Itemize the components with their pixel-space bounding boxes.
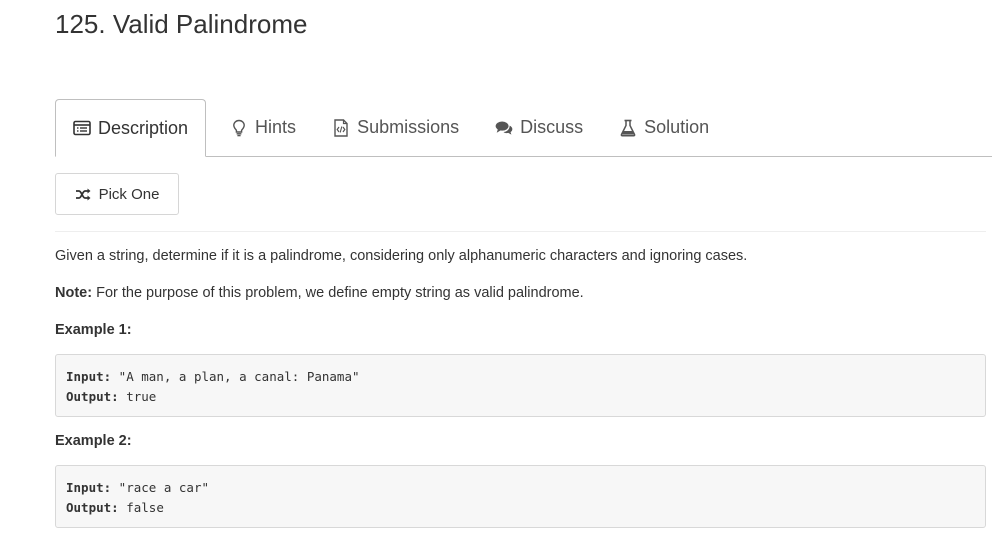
tab-discuss-label: Discuss	[520, 117, 584, 137]
lightbulb-icon	[230, 119, 248, 137]
problem-page: 125. Valid Palindrome Description Hints …	[0, 0, 992, 538]
tab-solution[interactable]: Solution	[601, 99, 727, 156]
example-1-code: Input: "A man, a plan, a canal: Panama" …	[55, 354, 986, 417]
page-title: 125. Valid Palindrome	[55, 9, 308, 39]
output-label: Output:	[66, 389, 119, 404]
output-value: false	[118, 500, 164, 515]
note-text: For the purpose of this problem, we defi…	[92, 285, 584, 301]
pick-one-button[interactable]: Pick One	[55, 173, 179, 215]
tab-discuss[interactable]: Discuss	[477, 99, 601, 156]
problem-description: Given a string, determine if it is a pal…	[55, 248, 748, 264]
example-1-title: Example 1:	[55, 322, 132, 338]
tab-submissions[interactable]: Submissions	[314, 99, 477, 156]
output-value: true	[118, 389, 157, 404]
tab-bar: Description Hints Submissions Discuss So…	[55, 98, 992, 157]
flask-icon	[619, 119, 637, 137]
comments-icon	[495, 119, 513, 137]
shuffle-icon	[75, 188, 91, 201]
tab-hints-label: Hints	[255, 117, 297, 137]
example-1-output-line: Output: true	[66, 387, 975, 407]
example-2-input-line: Input: "race a car"	[66, 478, 975, 498]
output-label: Output:	[66, 500, 119, 515]
tab-description[interactable]: Description	[55, 99, 207, 157]
problem-note: Note: For the purpose of this problem, w…	[55, 284, 584, 302]
input-value: "A man, a plan, a canal: Panama"	[111, 369, 360, 384]
tab-solution-label: Solution	[644, 117, 710, 137]
input-value: "race a car"	[111, 480, 209, 495]
description-icon	[73, 119, 91, 137]
tab-description-label: Description	[98, 117, 189, 138]
note-label: Note:	[55, 285, 93, 301]
example-2-code: Input: "race a car" Output: false	[55, 465, 986, 528]
input-label: Input:	[66, 480, 112, 495]
example-2-title: Example 2:	[55, 433, 132, 449]
divider	[55, 231, 986, 232]
pick-one-label: Pick One	[98, 185, 160, 203]
tab-hints[interactable]: Hints	[206, 99, 314, 156]
input-label: Input:	[66, 369, 112, 384]
example-1-input-line: Input: "A man, a plan, a canal: Panama"	[66, 367, 975, 387]
example-2-output-line: Output: false	[66, 498, 975, 518]
tab-submissions-label: Submissions	[357, 117, 460, 137]
code-file-icon	[332, 118, 350, 137]
